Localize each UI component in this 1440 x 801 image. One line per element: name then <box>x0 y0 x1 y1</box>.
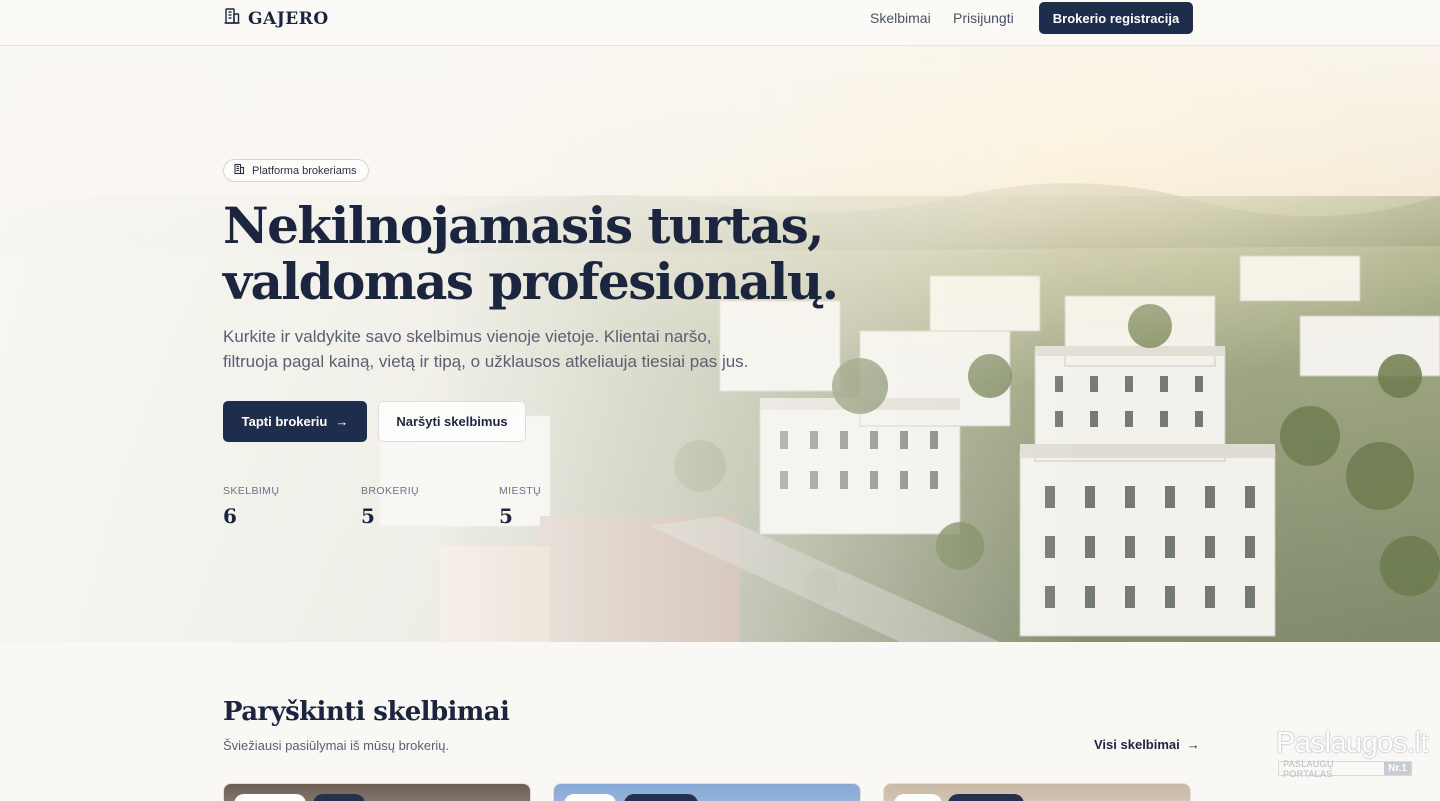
stat-value: 5 <box>499 504 513 528</box>
listing-card[interactable] <box>553 783 861 801</box>
watermark-subline: PASLAUGŲ PORTALAS Nr.1 <box>1278 758 1412 779</box>
hero-title: Nekilnojamasis turtas, valdomas profesio… <box>223 198 843 310</box>
platform-badge: Platforma brokeriams <box>223 159 369 182</box>
stat-brokers: Brokerių 5 <box>361 485 419 528</box>
nav-link-prisijungti[interactable]: Prisijungti <box>953 10 1014 26</box>
stat-label: Skelbimų <box>223 485 280 497</box>
logo[interactable]: GAJERO <box>223 7 329 30</box>
hero-title-line-1: Nekilnojamasis turtas, <box>223 196 825 255</box>
hero-subtitle: Kurkite ir valdykite savo skelbimus vien… <box>223 327 749 371</box>
featured-section-subtitle: Šviežiausi pasiūlymai iš mūsų brokerių. <box>223 738 450 753</box>
broker-register-button[interactable]: Brokerio registracija <box>1039 2 1193 34</box>
hero-section: Platforma brokeriams Nekilnojamasis turt… <box>0 46 1440 642</box>
browse-listings-button[interactable]: Naršyti skelbimus <box>378 401 526 442</box>
listing-tag <box>564 794 616 801</box>
stat-value: 5 <box>361 504 375 528</box>
building-icon <box>233 163 245 178</box>
logo-text: GAJERO <box>248 8 329 29</box>
arrow-right-icon: → <box>1186 737 1200 752</box>
stat-label: Brokerių <box>361 485 420 497</box>
arrow-right-icon: → <box>335 414 349 429</box>
listing-tag <box>234 794 306 801</box>
listing-card[interactable] <box>223 783 531 801</box>
watermark-badge: Nr.1 <box>1384 762 1411 775</box>
stat-listings: Skelbimų 6 <box>223 485 279 528</box>
stat-cities: Miestų 5 <box>499 485 541 528</box>
stat-value: 6 <box>223 504 237 528</box>
see-all-label: Visi skelbimai <box>1094 737 1180 752</box>
listing-type-tag <box>624 794 698 801</box>
featured-section-title: Paryškinti skelbimai <box>223 697 510 727</box>
listing-card[interactable] <box>883 783 1191 801</box>
become-broker-button[interactable]: Tapti brokeriu → <box>223 401 367 442</box>
listing-type-tag <box>948 794 1024 801</box>
stat-label: Miestų <box>499 485 542 497</box>
see-all-listings-link[interactable]: Visi skelbimai → <box>1094 737 1200 752</box>
hero-title-line-2: valdomas profesionalų. <box>223 252 839 311</box>
nav-link-skelbimai[interactable]: Skelbimai <box>870 10 931 26</box>
become-broker-label: Tapti brokeriu <box>241 414 328 429</box>
top-navbar: GAJERO Skelbimai Prisijungti Brokerio re… <box>0 0 1440 46</box>
listing-type-tag <box>313 794 365 801</box>
paslaugos-watermark: Paslaugos.lt PASLAUGŲ PORTALAS Nr.1 <box>1276 727 1429 779</box>
watermark-tagline: PASLAUGŲ PORTALAS <box>1283 758 1334 779</box>
watermark-brand: Paslaugos.lt <box>1276 727 1429 759</box>
listing-tag <box>894 794 942 801</box>
platform-badge-label: Platforma brokeriams <box>252 164 357 177</box>
building-icon <box>223 7 241 30</box>
